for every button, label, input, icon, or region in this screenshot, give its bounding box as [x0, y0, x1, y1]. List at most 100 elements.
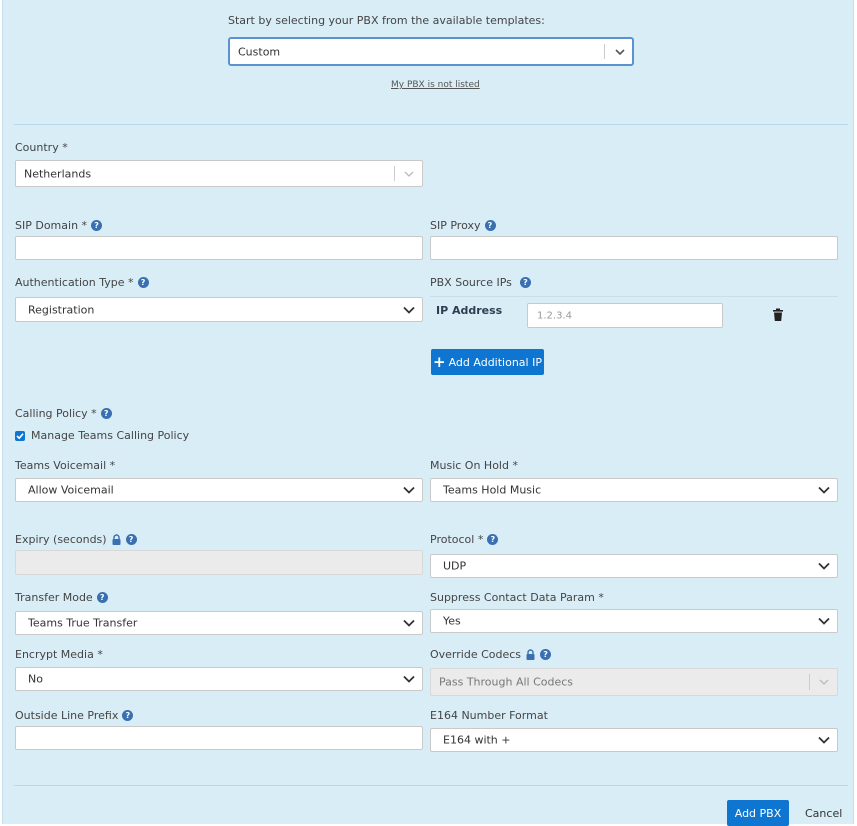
outside-line-prefix-label: Outside Line Prefix?	[15, 709, 134, 722]
teams-voicemail-value: Allow Voicemail	[28, 483, 114, 497]
lock-icon	[111, 534, 122, 545]
protocol-label-text: Protocol *	[430, 533, 484, 546]
add-pbx-button[interactable]: Add PBX	[727, 800, 789, 826]
e164-format-value: E164 with +	[443, 733, 511, 747]
pbx-source-ips-label-text: PBX Source IPs	[430, 276, 512, 289]
sip-domain-input[interactable]	[15, 236, 423, 260]
protocol-label: Protocol *?	[430, 533, 499, 546]
country-label-text: Country *	[15, 141, 68, 154]
manage-teams-policy-row: Manage Teams Calling Policy	[15, 429, 189, 442]
suppress-contact-value: Yes	[443, 614, 461, 628]
ip-address-input[interactable]: 1.2.3.4	[527, 303, 723, 328]
ip-table-divider	[430, 296, 838, 297]
help-circle-icon[interactable]: ?	[484, 220, 496, 231]
country-label: Country *	[15, 141, 68, 154]
add-additional-ip-label: Add Additional IP	[448, 355, 542, 369]
template-prompt: Start by selecting your PBX from the ava…	[228, 14, 545, 27]
override-codecs-select: Pass Through All Codecs	[430, 668, 838, 696]
plus-icon: +	[433, 352, 446, 371]
encrypt-media-value: No	[28, 672, 43, 686]
chevron-down-icon	[613, 47, 627, 57]
sip-proxy-input[interactable]	[430, 236, 838, 260]
chevron-down-icon	[817, 616, 831, 626]
chevron-down-icon	[817, 735, 831, 745]
pbx-source-ips-label: PBX Source IPs?	[430, 276, 531, 289]
suppress-contact-select[interactable]: Yes	[430, 609, 838, 633]
expiry-label: Expiry (seconds) ?	[15, 533, 137, 546]
help-circle-icon[interactable]: ?	[487, 534, 499, 545]
country-select-value: Netherlands	[24, 167, 92, 180]
help-circle-icon[interactable]: ?	[540, 649, 552, 660]
ip-address-header: IP Address	[436, 304, 503, 317]
chevron-down-icon	[402, 485, 416, 495]
suppress-contact-label-text: Suppress Contact Data Param *	[430, 591, 604, 604]
teams-voicemail-label: Teams Voicemail *	[15, 459, 115, 472]
select-separator	[809, 674, 810, 690]
protocol-value: UDP	[443, 559, 467, 573]
country-select[interactable]: Netherlands	[15, 160, 423, 187]
calling-policy-label-text: Calling Policy *	[15, 407, 97, 420]
select-separator	[394, 166, 395, 181]
music-on-hold-label-text: Music On Hold *	[430, 459, 518, 472]
expiry-input	[15, 550, 423, 575]
chevron-down-icon	[817, 561, 831, 571]
sip-proxy-label: SIP Proxy?	[430, 219, 496, 232]
help-circle-icon[interactable]: ?	[519, 277, 531, 288]
lock-icon	[525, 649, 536, 660]
help-circle-icon[interactable]: ?	[91, 220, 103, 231]
transfer-mode-select[interactable]: Teams True Transfer	[15, 611, 423, 635]
chevron-down-icon	[402, 674, 416, 684]
teams-voicemail-select[interactable]: Allow Voicemail	[15, 478, 423, 502]
calling-policy-label: Calling Policy *?	[15, 407, 112, 420]
help-circle-icon[interactable]: ?	[137, 277, 149, 288]
ip-address-placeholder: 1.2.3.4	[537, 310, 572, 321]
expiry-label-text: Expiry (seconds)	[15, 533, 107, 546]
outside-line-prefix-input[interactable]	[15, 726, 423, 750]
template-select-value: Custom	[238, 45, 281, 58]
pbx-form-panel: Start by selecting your PBX from the ava…	[2, 0, 854, 826]
override-codecs-value: Pass Through All Codecs	[439, 675, 574, 689]
add-additional-ip-button[interactable]: + Add Additional IP	[431, 349, 544, 375]
auth-type-value: Registration	[28, 303, 95, 316]
sip-domain-label-text: SIP Domain *	[15, 219, 88, 232]
trash-icon[interactable]	[772, 308, 784, 322]
pbx-not-listed-link[interactable]: My PBX is not listed	[391, 80, 480, 90]
chevron-down-icon	[817, 677, 831, 687]
help-circle-icon[interactable]: ?	[122, 710, 134, 721]
select-separator	[604, 44, 605, 59]
help-circle-icon[interactable]: ?	[100, 408, 112, 419]
sip-proxy-label-text: SIP Proxy	[430, 219, 481, 232]
music-on-hold-select[interactable]: Teams Hold Music	[430, 478, 838, 502]
auth-type-label: Authentication Type *?	[15, 276, 149, 289]
transfer-mode-label: Transfer Mode?	[15, 591, 108, 604]
e164-format-label-text: E164 Number Format	[430, 709, 548, 722]
help-circle-icon[interactable]: ?	[125, 534, 137, 545]
e164-format-label: E164 Number Format	[430, 709, 548, 722]
template-select[interactable]: Custom	[228, 37, 634, 66]
cancel-button[interactable]: Cancel	[805, 807, 842, 820]
sip-domain-label: SIP Domain *?	[15, 219, 103, 232]
override-codecs-label-text: Override Codecs	[430, 648, 522, 661]
override-codecs-label: Override Codecs ?	[430, 648, 552, 661]
chevron-down-icon	[402, 169, 416, 179]
manage-teams-policy-label[interactable]: Manage Teams Calling Policy	[31, 429, 189, 442]
transfer-mode-label-text: Transfer Mode	[15, 591, 93, 604]
divider-bottom	[14, 785, 848, 786]
protocol-select[interactable]: UDP	[430, 554, 838, 578]
encrypt-media-label: Encrypt Media *	[15, 648, 103, 661]
chevron-down-icon	[402, 305, 416, 315]
outside-line-prefix-label-text: Outside Line Prefix	[15, 709, 119, 722]
transfer-mode-value: Teams True Transfer	[28, 616, 138, 630]
e164-format-select[interactable]: E164 with +	[430, 728, 838, 752]
auth-type-select[interactable]: Registration	[15, 297, 423, 322]
chevron-down-icon	[817, 485, 831, 495]
help-circle-icon[interactable]: ?	[96, 592, 108, 603]
checkbox-checked-icon[interactable]	[15, 430, 25, 441]
teams-voicemail-label-text: Teams Voicemail *	[15, 459, 116, 472]
encrypt-media-label-text: Encrypt Media *	[15, 648, 103, 661]
music-on-hold-value: Teams Hold Music	[443, 483, 542, 497]
music-on-hold-label: Music On Hold *	[430, 459, 518, 472]
suppress-contact-label: Suppress Contact Data Param *	[430, 591, 604, 604]
auth-type-label-text: Authentication Type *	[15, 276, 134, 289]
encrypt-media-select[interactable]: No	[15, 667, 423, 691]
